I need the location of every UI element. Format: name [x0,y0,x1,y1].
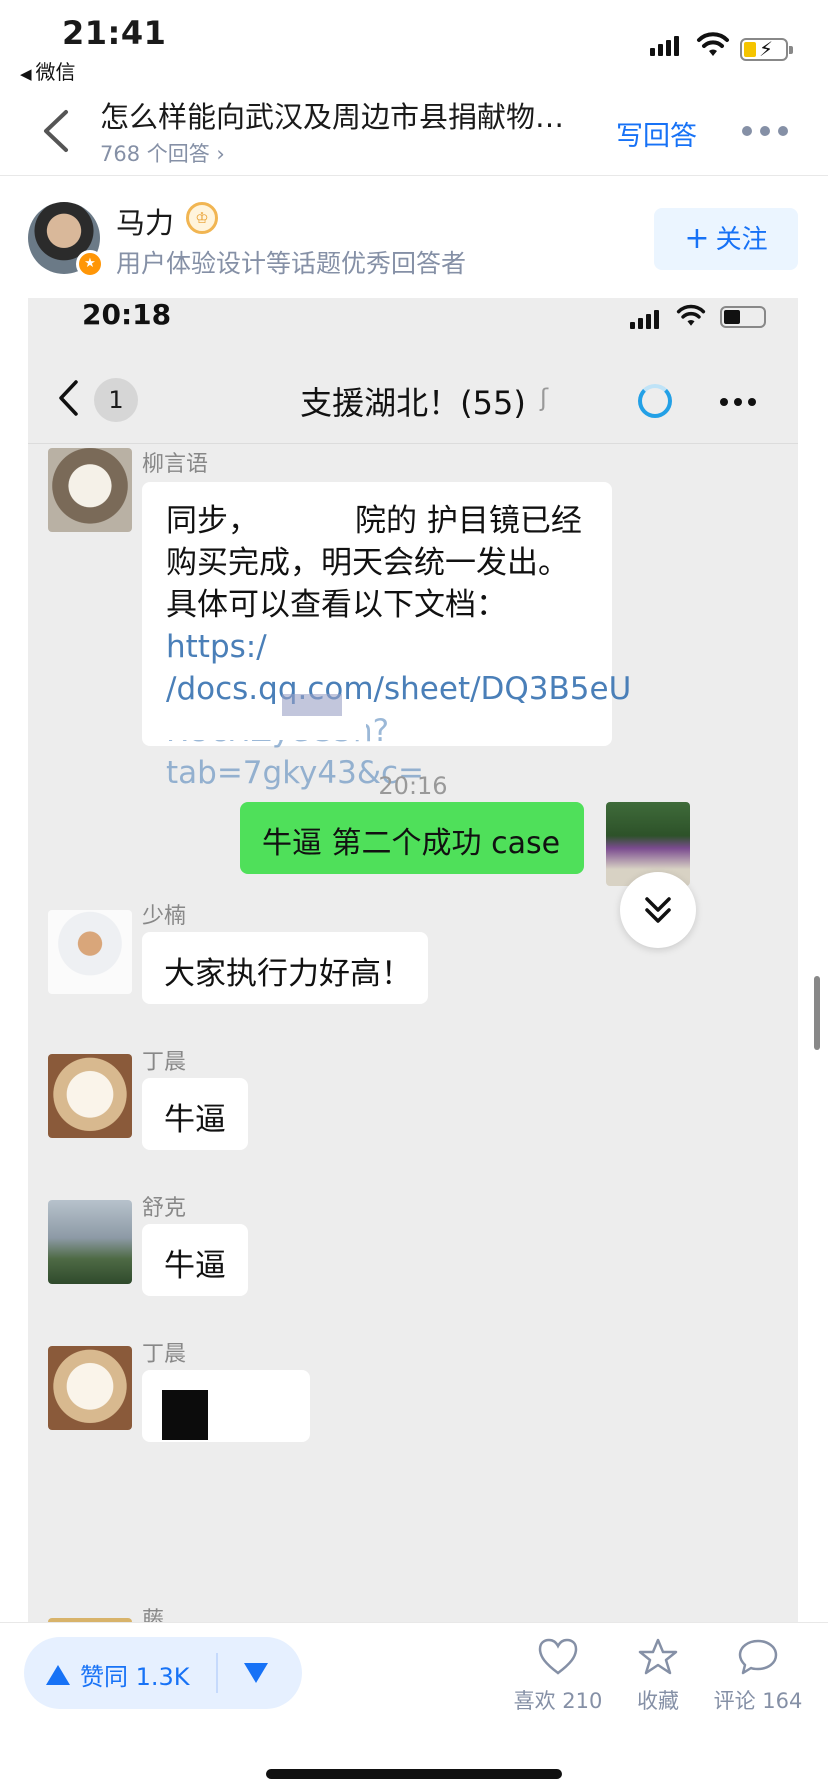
scroll-down-button [620,872,696,948]
chat-title: 支援湖北！(55) [300,384,526,422]
upvote-button[interactable]: 赞同 1.3K [46,1657,190,1692]
loading-spinner-icon [638,384,672,418]
star-icon [638,1638,678,1675]
message-bubble: 牛逼 [142,1078,248,1150]
message-bubble: 大家执行力好高！ [142,932,428,1004]
sender-name: 少楠 [142,904,187,929]
vote-pill: 赞同 1.3K [24,1637,302,1709]
back-chevron-icon[interactable] [36,108,76,154]
inner-wifi-icon [676,304,706,326]
author-row: ★ 马力 ♔ 用户体验设计等话题优秀回答者 + 关注 [0,176,828,286]
avatar [48,910,132,994]
downvote-button[interactable] [244,1663,268,1683]
sender-name: 丁晨 [142,1050,187,1075]
back-triangle-icon: ◀ [20,65,32,83]
write-answer-button[interactable]: 写回答 [616,114,697,153]
chat-timestamp: 20:16 [378,772,448,800]
comment-button[interactable]: 评论 164 [708,1637,808,1715]
message-text: 牛逼 [164,1248,226,1284]
inner-status-time: 20:18 [82,298,172,331]
upvote-label: 赞同 1.3K [80,1663,190,1691]
bottom-action-bar: 赞同 1.3K 喜欢 210 收藏 评论 164 [0,1622,828,1792]
follow-button[interactable]: + 关注 [654,208,798,270]
ear-icon: ʃ [540,384,549,412]
doc-link: https:/ [166,629,267,665]
battery-icon: ⚡ [740,37,793,61]
sender-name: 藤 [142,1608,165,1622]
author-description: 用户体验设计等话题优秀回答者 [116,249,467,278]
inner-battery-icon [720,306,766,328]
comment-label: 评论 164 [713,1689,803,1713]
my-message-bubble: 牛逼 第二个成功 case [240,802,584,874]
like-label: 喜欢 210 [513,1689,603,1713]
message-text: 大家执行力好高！ [164,956,412,992]
scrollbar-thumb[interactable] [814,976,820,1050]
author-avatar[interactable]: ★ [28,202,104,278]
comment-bubble-icon [738,1639,778,1675]
question-title[interactable]: 怎么样能向武汉及周边市县捐献物… [100,94,600,136]
avatar [48,448,132,532]
heart-icon [538,1638,578,1675]
crown-badge-icon: ♔ [186,202,218,234]
star-badge-icon: ★ [76,250,104,278]
message-bubble [142,1370,310,1442]
question-header: 怎么样能向武汉及周边市县捐献物… 768 个回答 › 写回答 [0,86,828,176]
cellular-signal-icon [650,36,679,56]
status-time: 21:41 [62,14,167,52]
back-app-label: 微信 [35,60,76,84]
collect-button[interactable]: 收藏 [608,1637,708,1715]
message-line: 同步， 院的 护目镜已经 [166,503,582,539]
message-line: 购买完成，明天会统一发出。 [166,545,569,581]
double-chevron-down-icon [645,897,671,923]
more-options-icon[interactable] [742,126,788,136]
sender-name: 柳言语 [142,452,209,477]
plus-icon: + [684,221,710,256]
like-button[interactable]: 喜欢 210 [508,1637,608,1715]
collect-label: 收藏 [637,1689,679,1713]
sender-name: 舒克 [142,1196,187,1221]
redaction-block [162,1390,208,1440]
avatar [48,1200,132,1284]
vote-divider [216,1653,218,1693]
upvote-triangle-icon [46,1664,70,1685]
follow-label: 关注 [715,225,768,255]
message-text: 牛逼 [164,1102,226,1138]
home-indicator[interactable] [266,1769,562,1779]
avatar [48,1054,132,1138]
back-to-wechat[interactable]: ◀ 微信 [20,56,76,85]
sender-name: 丁晨 [142,1342,187,1367]
inner-signal-icon [630,310,659,329]
answer-screenshot[interactable]: 20:18 1 支援湖北！(55) ʃ 柳言语 同步， 院的 护目镜已经 购买完成… [28,298,798,1622]
wifi-icon [697,32,729,56]
redaction-block [282,694,342,716]
status-bar: 21:41 ◀ 微信 ⚡ [0,0,828,86]
message-text: 牛逼 第二个成功 case [262,826,561,861]
chat-header: 1 支援湖北！(55) ʃ [28,348,798,444]
answer-count[interactable]: 768 个回答 › [100,138,225,168]
message-bubble: 牛逼 [142,1224,248,1296]
chat-more-icon [720,398,756,406]
message-line: 具体可以查看以下文档：https:/ [166,587,507,665]
author-name[interactable]: 马力 [116,200,174,242]
avatar [48,1346,132,1430]
message-bubble: 同步， 院的 护目镜已经 购买完成，明天会统一发出。 具体可以查看以下文档：htt… [142,482,631,791]
